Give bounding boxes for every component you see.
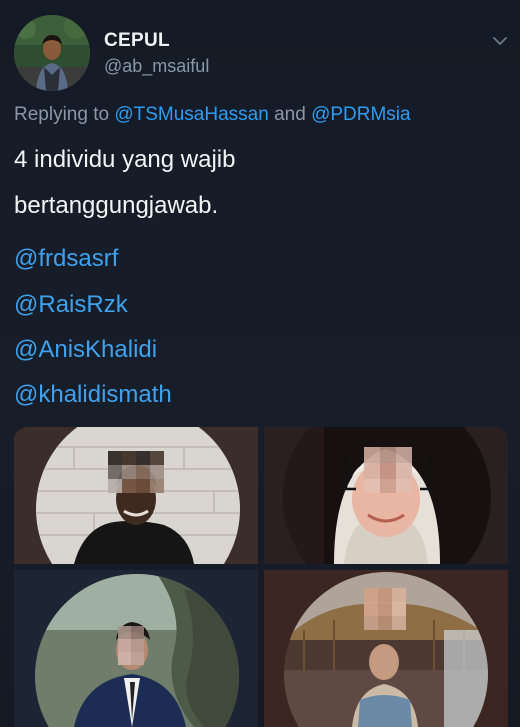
- replying-to-label: Replying to: [14, 104, 115, 125]
- author-display-name[interactable]: CEPUL: [104, 30, 170, 52]
- tweet-card[interactable]: CEPUL @ab_msaiful Replying to @TSMusaHas…: [0, 0, 520, 727]
- mention-raisrzk[interactable]: @RaisRzk: [14, 291, 128, 319]
- mention-khalidismath[interactable]: @khalidismath: [14, 381, 172, 409]
- mention-frdsasrf[interactable]: @frdsasrf: [14, 245, 118, 273]
- reply-mention-tsmusahassan[interactable]: @TSMusaHassan: [114, 104, 268, 125]
- media-image-3[interactable]: [14, 570, 258, 727]
- author-handle[interactable]: @ab_msaiful: [104, 56, 209, 77]
- media-image-1[interactable]: [14, 427, 258, 564]
- reply-mention-pdrmsia[interactable]: @PDRMsia: [311, 104, 411, 125]
- replying-to-line: Replying to @TSMusaHassan and @PDRMsia: [14, 104, 411, 126]
- chevron-down-icon[interactable]: [492, 34, 508, 46]
- media-image-4[interactable]: [264, 570, 508, 727]
- tweet-text-line-2: bertanggungjawab.: [14, 192, 219, 219]
- replying-to-joiner: and: [268, 104, 312, 125]
- media-image-2[interactable]: [264, 427, 508, 564]
- mention-aniskhalidi[interactable]: @AnisKhalidi: [14, 336, 157, 364]
- tweet-text-line-1: 4 individu yang wajib: [14, 146, 236, 173]
- media-grid: [14, 427, 508, 727]
- author-avatar[interactable]: [14, 15, 90, 91]
